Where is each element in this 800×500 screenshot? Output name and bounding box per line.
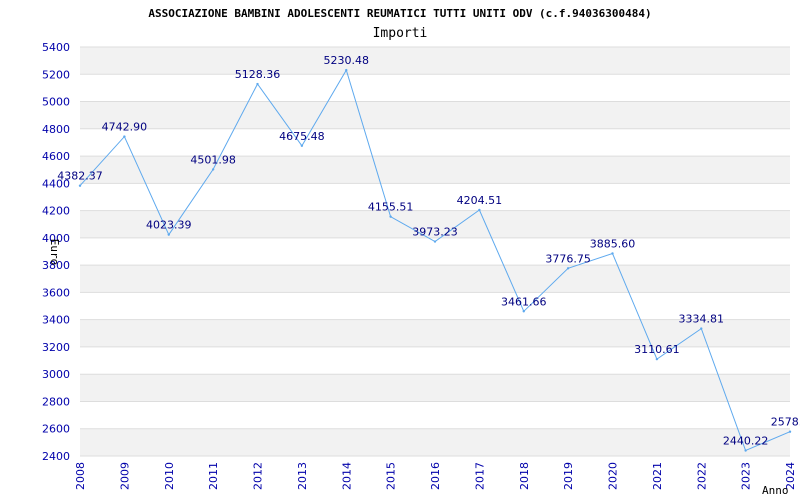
x-tick-label: 2008 (74, 462, 87, 490)
y-tick-label: 3600 (42, 286, 70, 299)
data-point (566, 267, 570, 270)
x-tick-label: 2022 (695, 462, 708, 490)
data-label: 2440.22 (723, 435, 769, 448)
y-tick-label: 2600 (42, 423, 70, 436)
y-tick-label: 2800 (42, 395, 70, 408)
line-chart: ASSOCIAZIONE BAMBINI ADOLESCENTI REUMATI… (42, 7, 800, 497)
data-label: 4382.37 (57, 170, 103, 183)
x-tick-label: 2012 (252, 462, 265, 490)
x-tick-label: 2018 (518, 462, 531, 490)
data-label: 5128.36 (235, 68, 281, 81)
grid-band (80, 374, 790, 402)
x-axis-ticks: 2008 2009 2010 2011 2012 2013 2014 2015 2016 2017… (74, 462, 797, 490)
grid-band (80, 265, 790, 293)
data-point (389, 215, 392, 218)
x-tick-label: 2010 (163, 462, 176, 490)
data-point (345, 68, 348, 72)
data-point (611, 252, 614, 255)
y-tick-label: 2400 (42, 450, 70, 463)
y-tick-label: 3400 (42, 314, 70, 327)
data-point (211, 168, 215, 171)
data-label: 4501.98 (190, 153, 236, 166)
data-label: 2578.3 (771, 416, 800, 429)
grid-band (80, 47, 790, 75)
x-axis-title: Anno (762, 484, 789, 497)
y-axis-title: Euro (48, 239, 61, 266)
x-tick-label: 2020 (607, 462, 620, 490)
data-point (433, 240, 437, 243)
data-label: 4742.90 (102, 121, 148, 134)
data-point (522, 310, 525, 313)
chart-title: ASSOCIAZIONE BAMBINI ADOLESCENTI REUMATI… (148, 7, 651, 20)
data-label: 3973.23 (412, 226, 458, 239)
data-label: 5230.48 (324, 54, 370, 67)
data-label: 4155.51 (368, 201, 414, 214)
data-label: 4675.48 (279, 130, 325, 143)
data-point (167, 233, 170, 236)
data-label: 3776.75 (545, 252, 591, 265)
data-point (788, 430, 792, 433)
data-label: 4204.51 (457, 194, 503, 207)
grid-band (80, 156, 790, 184)
data-point (700, 327, 703, 330)
y-tick-label: 4600 (42, 150, 70, 163)
y-tick-label: 4200 (42, 205, 70, 218)
y-tick-label: 5200 (42, 68, 70, 81)
y-tick-label: 5400 (42, 41, 70, 54)
y-tick-label: 3000 (42, 368, 70, 381)
y-tick-label: 3200 (42, 341, 70, 354)
x-tick-label: 2014 (340, 462, 353, 490)
y-tick-label: 5000 (42, 96, 70, 109)
x-tick-label: 2009 (118, 462, 131, 490)
x-tick-label: 2015 (385, 462, 398, 490)
data-point (744, 449, 747, 452)
x-tick-label: 2017 (473, 462, 486, 490)
data-label: 3110.61 (634, 343, 680, 356)
data-point (256, 82, 259, 86)
data-label: 3334.81 (679, 313, 725, 326)
x-tick-label: 2016 (429, 462, 442, 490)
data-point (123, 135, 126, 138)
grid-bands (80, 47, 790, 456)
data-label: 3461.66 (501, 295, 547, 308)
y-tick-label: 4800 (42, 123, 70, 136)
x-tick-label: 2013 (296, 462, 309, 490)
x-tick-label: 2021 (651, 462, 664, 490)
data-label: 4023.39 (146, 219, 192, 232)
data-point (300, 144, 304, 147)
x-tick-label: 2019 (562, 462, 575, 490)
x-tick-label: 2023 (740, 462, 753, 490)
data-label: 3885.60 (590, 237, 636, 250)
data-point (478, 208, 481, 212)
grid-band (80, 101, 790, 129)
data-point (655, 357, 659, 361)
grid-band (80, 428, 790, 456)
x-tick-label: 2011 (207, 462, 220, 490)
chart-subtitle: Importi (373, 26, 428, 41)
data-point (78, 184, 82, 187)
